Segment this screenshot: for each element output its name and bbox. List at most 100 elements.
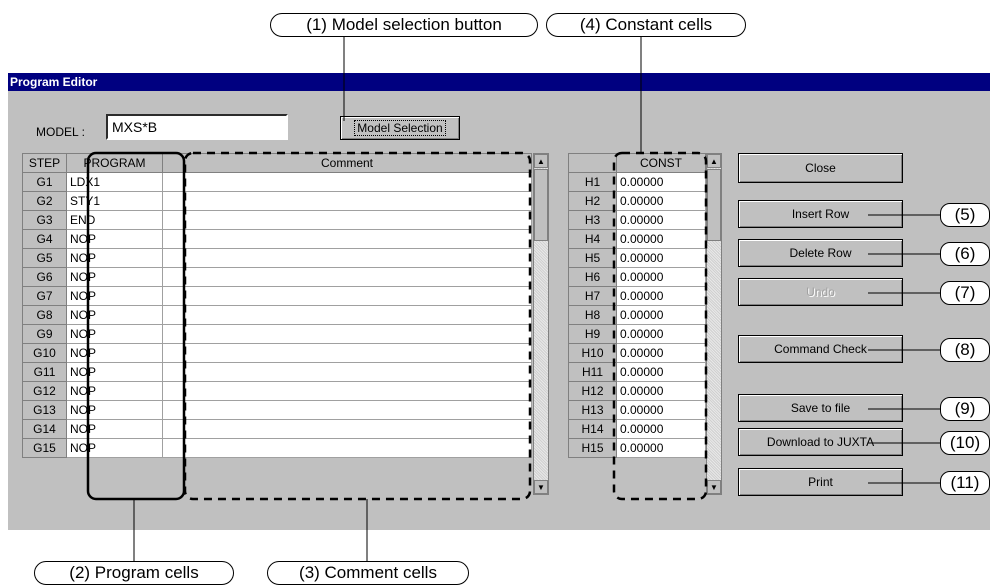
const-index-cell: H3	[568, 210, 617, 230]
command-check-button[interactable]: Command Check	[738, 335, 903, 363]
callout-7: (7)	[940, 281, 990, 305]
table-row: G13 NOP	[22, 400, 532, 420]
step-cell: G2	[22, 191, 67, 211]
const-cell[interactable]: 0.00000	[616, 419, 706, 439]
step-cell: G10	[22, 343, 67, 363]
table-row: H6 0.00000	[568, 267, 706, 287]
table-row: G6 NOP	[22, 267, 532, 287]
const-scroll-thumb[interactable]	[707, 169, 721, 241]
comment-cell[interactable]	[162, 191, 532, 211]
table-row: G11 NOP	[22, 362, 532, 382]
const-index-cell: H10	[568, 343, 617, 363]
program-header: PROGRAM	[66, 153, 163, 173]
table-row: H15 0.00000	[568, 438, 706, 458]
comment-cell[interactable]	[162, 381, 532, 401]
const-cell[interactable]: 0.00000	[616, 172, 706, 192]
scroll-down-icon[interactable]: ▼	[534, 480, 548, 494]
model-selection-button[interactable]: Model Selection	[340, 116, 460, 140]
table-row: G3 END	[22, 210, 532, 230]
program-cell[interactable]: NOP	[66, 400, 163, 420]
program-cell[interactable]: NOP	[66, 324, 163, 344]
save-to-file-button[interactable]: Save to file	[738, 394, 903, 422]
program-cell[interactable]: STY1	[66, 191, 163, 211]
const-cell[interactable]: 0.00000	[616, 400, 706, 420]
table-row: G8 NOP	[22, 305, 532, 325]
table-row: G14 NOP	[22, 419, 532, 439]
save-to-file-label: Save to file	[790, 401, 851, 415]
scroll-thumb[interactable]	[534, 169, 548, 241]
const-scroll-down-icon[interactable]: ▼	[707, 480, 721, 494]
const-index-cell: H13	[568, 400, 617, 420]
const-cell[interactable]: 0.00000	[616, 210, 706, 230]
print-button[interactable]: Print	[738, 468, 903, 496]
const-cell[interactable]: 0.00000	[616, 248, 706, 268]
const-cell[interactable]: 0.00000	[616, 305, 706, 325]
callout-program-cells: (2) Program cells	[34, 561, 234, 585]
download-button[interactable]: Download to JUXTA	[738, 428, 903, 456]
const-cell[interactable]: 0.00000	[616, 229, 706, 249]
comment-cell[interactable]	[162, 324, 532, 344]
const-cell[interactable]: 0.00000	[616, 362, 706, 382]
program-cell[interactable]: NOP	[66, 419, 163, 439]
table-row: H11 0.00000	[568, 362, 706, 382]
comment-cell[interactable]	[162, 438, 532, 458]
program-cell[interactable]: END	[66, 210, 163, 230]
step-cell: G11	[22, 362, 67, 382]
undo-button[interactable]: Undo	[738, 278, 903, 306]
scroll-up-icon[interactable]: ▲	[534, 154, 548, 168]
comment-cell[interactable]	[162, 267, 532, 287]
program-cell[interactable]: NOP	[66, 286, 163, 306]
program-cell[interactable]: NOP	[66, 248, 163, 268]
step-cell: G8	[22, 305, 67, 325]
const-scroll-up-icon[interactable]: ▲	[707, 154, 721, 168]
const-index-cell: H8	[568, 305, 617, 325]
program-cell[interactable]: NOP	[66, 305, 163, 325]
delete-row-label: Delete Row	[789, 246, 852, 260]
comment-cell[interactable]	[162, 400, 532, 420]
const-cell[interactable]: 0.00000	[616, 191, 706, 211]
step-cell: G15	[22, 438, 67, 458]
insert-row-button[interactable]: Insert Row	[738, 200, 903, 228]
program-cell[interactable]: LDX1	[66, 172, 163, 192]
program-cell[interactable]: NOP	[66, 438, 163, 458]
comment-cell[interactable]	[162, 419, 532, 439]
const-cell[interactable]: 0.00000	[616, 286, 706, 306]
comment-cell[interactable]	[162, 172, 532, 192]
print-label: Print	[808, 475, 833, 489]
const-cell[interactable]: 0.00000	[616, 267, 706, 287]
comment-cell[interactable]	[162, 343, 532, 363]
table-row: G15 NOP	[22, 438, 532, 458]
comment-header: Comment	[162, 153, 532, 173]
table-row: H3 0.00000	[568, 210, 706, 230]
table-row: H9 0.00000	[568, 324, 706, 344]
const-cell[interactable]: 0.00000	[616, 324, 706, 344]
const-cell[interactable]: 0.00000	[616, 381, 706, 401]
delete-row-button[interactable]: Delete Row	[738, 239, 903, 267]
step-cell: G5	[22, 248, 67, 268]
program-cell[interactable]: NOP	[66, 362, 163, 382]
program-cell[interactable]: NOP	[66, 229, 163, 249]
const-cell[interactable]: 0.00000	[616, 438, 706, 458]
table-row: H7 0.00000	[568, 286, 706, 306]
close-button[interactable]: Close	[738, 153, 903, 183]
comment-cell[interactable]	[162, 286, 532, 306]
const-index-cell: H1	[568, 172, 617, 192]
undo-label: Undo	[806, 285, 835, 299]
program-cell[interactable]: NOP	[66, 381, 163, 401]
model-input[interactable]: MXS*B	[106, 114, 288, 140]
const-index-cell: H9	[568, 324, 617, 344]
table-row: G1 LDX1	[22, 172, 532, 192]
comment-cell[interactable]	[162, 210, 532, 230]
step-cell: G4	[22, 229, 67, 249]
comment-cell[interactable]	[162, 248, 532, 268]
table-row: G7 NOP	[22, 286, 532, 306]
comment-cell[interactable]	[162, 305, 532, 325]
program-cell[interactable]: NOP	[66, 343, 163, 363]
const-index-cell: H14	[568, 419, 617, 439]
comment-cell[interactable]	[162, 362, 532, 382]
program-cell[interactable]: NOP	[66, 267, 163, 287]
table-row: H2 0.00000	[568, 191, 706, 211]
step-header: STEP	[22, 153, 67, 173]
comment-cell[interactable]	[162, 229, 532, 249]
const-cell[interactable]: 0.00000	[616, 343, 706, 363]
